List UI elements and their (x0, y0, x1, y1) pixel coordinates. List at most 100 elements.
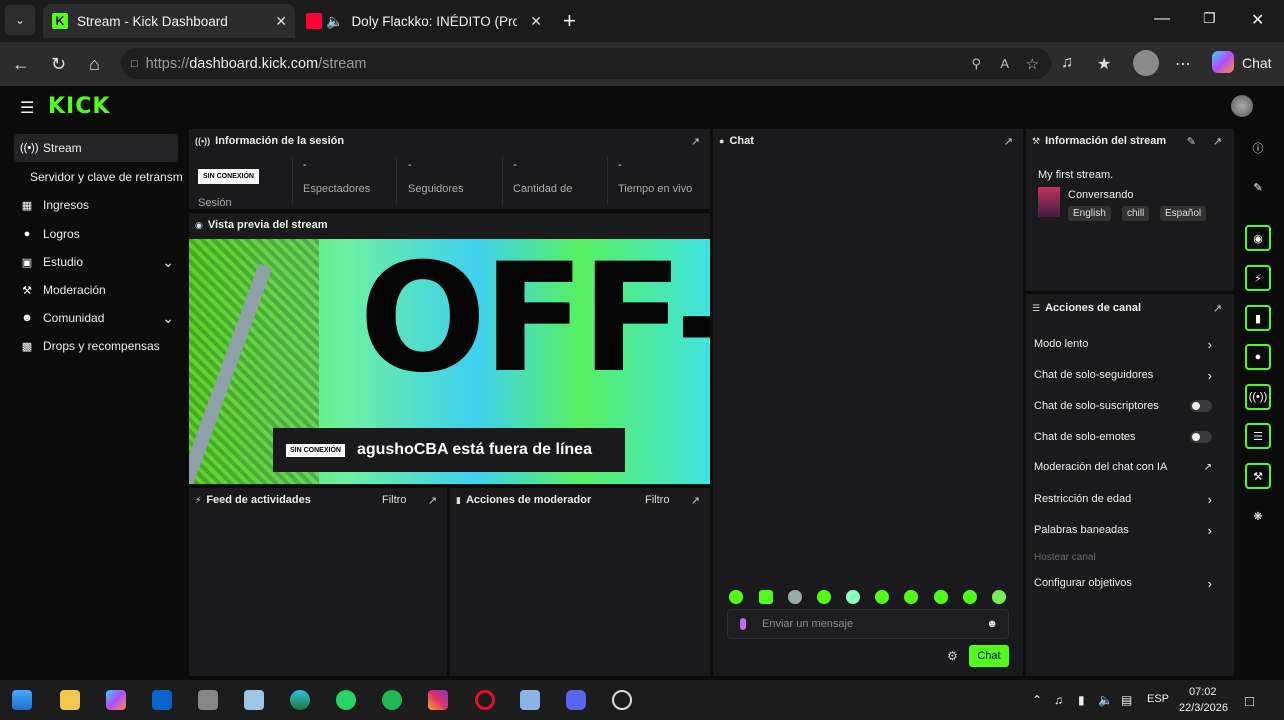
new-tab-icon[interactable]: + (563, 8, 576, 34)
chat-input[interactable]: Enviar un mensaje ☻ (727, 609, 1009, 639)
action-solo-seguidores[interactable]: Chat de solo-seguidores › (1034, 364, 1222, 386)
edit-pencil-icon[interactable]: ✎ (1187, 135, 1196, 148)
home-icon[interactable]: ⌂ (89, 54, 100, 75)
emote-icon[interactable] (934, 590, 948, 604)
popout-icon[interactable]: ↗ (691, 135, 700, 148)
chevron-up-icon[interactable]: ⌃ (1032, 693, 1042, 707)
send-chat-button[interactable]: Chat (969, 645, 1009, 667)
toggle-switch[interactable] (1190, 431, 1212, 443)
tag[interactable]: chill (1122, 206, 1150, 221)
preview-widget-icon[interactable]: ◉ (1245, 225, 1271, 251)
chat-widget-icon[interactable]: ● (1245, 344, 1271, 370)
emote-icon[interactable] (817, 590, 831, 604)
whatsapp-icon[interactable] (336, 690, 356, 710)
action-palabras-baneadas[interactable]: Palabras baneadas › (1034, 519, 1222, 541)
filter-button[interactable]: Filtro (382, 494, 406, 506)
action-configurar-objetivos[interactable]: Configurar objetivos › (1034, 572, 1222, 594)
menu-icon[interactable]: ☰ (20, 98, 34, 118)
kick-logo[interactable]: KICK (48, 94, 110, 119)
restore-icon[interactable]: ❐ (1203, 10, 1216, 27)
sidebar-item-estudio[interactable]: ▣ Estudio ⌄ (14, 248, 178, 276)
info-icon[interactable]: ⓘ (1245, 135, 1271, 161)
widgets-icon[interactable]: ❋ (1245, 503, 1271, 529)
notification-icon[interactable]: □ (1245, 693, 1254, 710)
emote-icon[interactable] (992, 590, 1006, 604)
back-icon[interactable]: ← (12, 54, 30, 75)
volume-icon[interactable]: 🔈 (1098, 693, 1113, 707)
reload-icon[interactable]: ↻ (51, 54, 66, 75)
favorites-icon[interactable]: ★ (1097, 54, 1111, 74)
speaker-icon[interactable]: 🔈 (326, 13, 343, 30)
popout-icon[interactable]: ↗ (1213, 302, 1222, 315)
close-icon[interactable]: ✕ (530, 13, 542, 30)
edit-icon[interactable]: ✎ (1245, 174, 1271, 200)
list-widget-icon[interactable]: ☰ (1245, 423, 1271, 449)
popout-icon[interactable]: ↗ (428, 494, 437, 507)
sidebar-item-ingresos[interactable]: ▦ Ingresos (14, 191, 178, 219)
sidebar-item-server-key[interactable]: Servidor y clave de retransm (14, 163, 190, 191)
address-bar[interactable]: □ https://dashboard.kick.com/stream ⚲ A … (121, 48, 1051, 79)
headset-icon[interactable]: ♫ (1054, 693, 1063, 707)
action-restriccion-edad[interactable]: Restricción de edad › (1034, 488, 1222, 510)
clock-time[interactable]: 07:02 (1189, 686, 1217, 698)
notepad-icon[interactable] (244, 690, 264, 710)
network-icon[interactable]: ▤ (1121, 693, 1132, 707)
emote-icon[interactable] (788, 590, 802, 604)
action-modo-lento[interactable]: Modo lento › (1034, 333, 1222, 355)
spotify-icon[interactable] (382, 690, 402, 710)
read-aloud-icon[interactable]: A (1000, 56, 1009, 71)
more-options-icon[interactable]: ⋯ (1175, 54, 1191, 74)
sidebar-item-drops[interactable]: ▩ Drops y recompensas (14, 332, 190, 360)
obs-icon[interactable] (612, 690, 632, 710)
edge-icon[interactable] (290, 690, 310, 710)
broadcast-widget-icon[interactable]: ((•)) (1245, 384, 1271, 410)
app-window-icon[interactable] (520, 690, 540, 710)
media-control-icon[interactable]: ♫ (1061, 54, 1073, 72)
discord-icon[interactable] (566, 690, 586, 710)
sidebar-item-logros[interactable]: ● Logros (14, 220, 178, 248)
action-moderacion-ia[interactable]: Moderación del chat con IA ↗ (1034, 456, 1222, 478)
clock-date[interactable]: 22/3/2026 (1179, 702, 1228, 714)
chat-settings-gear-icon[interactable]: ⚙ (947, 649, 958, 663)
emote-icon[interactable] (904, 590, 918, 604)
copilot-icon[interactable] (1212, 51, 1234, 73)
app-icon[interactable] (198, 690, 218, 710)
toggle-switch[interactable] (1190, 400, 1212, 412)
tag[interactable]: English (1068, 206, 1111, 221)
copilot-app-icon[interactable] (106, 690, 126, 710)
wrench-widget-icon[interactable]: ⚒ (1245, 463, 1271, 489)
mic-icon[interactable] (740, 618, 746, 630)
emote-icon[interactable] (963, 590, 977, 604)
close-icon[interactable]: ✕ (275, 13, 287, 30)
copilot-label[interactable]: Chat (1242, 55, 1272, 71)
tab-actions-button[interactable]: ⌄ (5, 5, 35, 35)
popout-icon[interactable]: ↗ (1004, 135, 1013, 148)
windows-start-icon[interactable] (12, 690, 32, 710)
language-indicator[interactable]: ESP (1147, 693, 1169, 705)
instagram-icon[interactable] (428, 690, 448, 710)
user-avatar[interactable] (1231, 95, 1253, 117)
emote-icon[interactable] (846, 590, 860, 604)
popout-icon[interactable]: ↗ (1213, 135, 1222, 148)
sidebar-item-moderacion[interactable]: ⚒ Moderación (14, 276, 178, 304)
emote-icon[interactable] (729, 590, 743, 604)
minimize-icon[interactable]: — (1154, 10, 1170, 28)
window-close-icon[interactable]: ✕ (1251, 10, 1264, 30)
zoom-icon[interactable]: ⚲ (971, 56, 981, 72)
favorite-star-icon[interactable]: ☆ (1026, 55, 1039, 73)
microphone-icon[interactable]: ▮ (1078, 693, 1085, 707)
profile-avatar[interactable] (1133, 50, 1159, 76)
emoji-icon[interactable]: ☻ (986, 618, 998, 630)
popout-icon[interactable]: ↗ (691, 494, 700, 507)
bolt-widget-icon[interactable]: ⚡ (1245, 265, 1271, 291)
sidebar-item-comunidad[interactable]: ☻ Comunidad ⌄ (14, 304, 178, 332)
tab-kick-dashboard[interactable]: K Stream - Kick Dashboard ✕ (43, 4, 295, 38)
filter-button[interactable]: Filtro (645, 494, 669, 506)
tag[interactable]: Español (1160, 206, 1207, 221)
shield-widget-icon[interactable]: ▮ (1245, 305, 1271, 331)
emote-icon[interactable] (759, 590, 773, 604)
emote-icon[interactable] (875, 590, 889, 604)
tab-youtube[interactable]: 🔈 Doly Flackko: INÉDITO (Prod. ✕ (300, 4, 550, 38)
sidebar-item-stream[interactable]: ((•)) Stream (14, 134, 178, 162)
file-explorer-icon[interactable] (60, 690, 80, 710)
